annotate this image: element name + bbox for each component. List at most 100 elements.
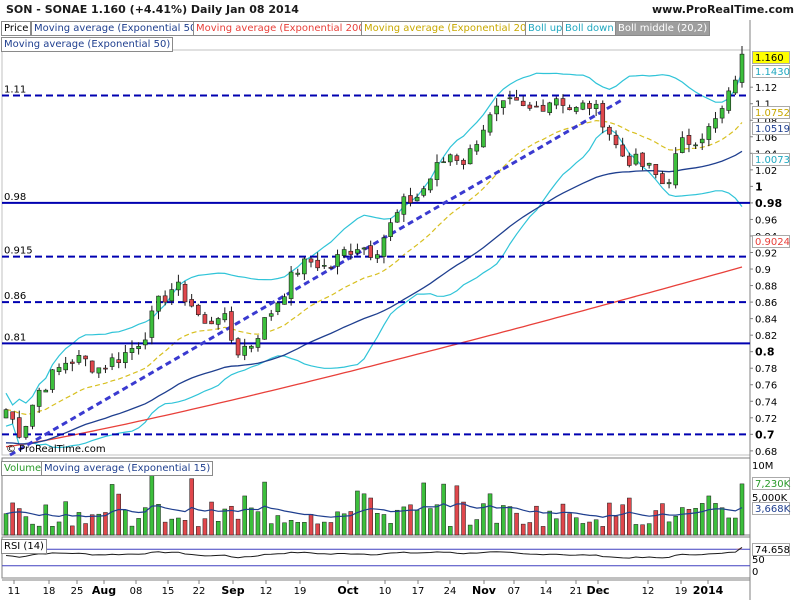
boll-down-label: 1.0073 — [752, 153, 790, 166]
volume-bar — [176, 517, 181, 536]
candle-up — [136, 346, 141, 350]
candle-up — [96, 367, 102, 374]
candle-down — [89, 360, 95, 373]
x-axis-tick-label: 18 — [43, 586, 56, 597]
legend-ema50-second[interactable]: Moving average (Exponential 50) — [1, 37, 174, 52]
candle-up — [302, 258, 307, 275]
candle — [30, 404, 35, 430]
x-axis-tick-label: 21 — [570, 586, 583, 597]
volume-bar — [481, 503, 486, 536]
candle-down — [626, 155, 632, 166]
legend-volume[interactable]: Volume — [1, 461, 45, 476]
volume-bar — [322, 521, 327, 536]
legend-ema50[interactable]: Moving average (Exponential 50) — [31, 21, 204, 36]
volume-bar — [361, 493, 367, 536]
candle-up — [36, 389, 42, 407]
price-axis-tick: 0.92 — [755, 249, 777, 260]
x-axis-tick-label: Dec — [586, 584, 609, 597]
candle-down — [182, 283, 188, 303]
price-axis-tick: 0.68 — [755, 447, 777, 458]
volume-bar — [494, 522, 499, 536]
candle-up — [43, 389, 49, 393]
candle-up — [222, 313, 228, 321]
candle-up — [255, 338, 261, 348]
candle-up — [487, 114, 493, 133]
price-axis-tick: 0.7 — [755, 428, 775, 441]
candle — [3, 408, 9, 419]
candle-up — [633, 153, 639, 165]
candle-down — [534, 105, 539, 108]
legend-ema20[interactable]: Moving average (Exponential 20) — [361, 21, 534, 36]
volume-bar — [726, 517, 731, 536]
candle-down — [162, 295, 168, 303]
candle-up — [593, 103, 599, 109]
candle-up — [50, 369, 55, 390]
candle-up — [401, 196, 407, 215]
volume-bar — [83, 523, 88, 536]
candle-up — [262, 317, 267, 340]
volume-bar — [507, 506, 513, 536]
volume-bar — [739, 483, 745, 536]
legend-price[interactable]: Price — [1, 21, 32, 36]
candle-up — [699, 138, 705, 144]
candle-down — [328, 267, 334, 269]
volume-bar — [136, 518, 141, 536]
volume-bar — [209, 501, 214, 536]
candle-up — [726, 90, 732, 111]
legend-boll-middle[interactable]: Boll middle (20,2) — [615, 21, 711, 36]
volume-bar — [375, 513, 380, 536]
volume-bar — [70, 525, 75, 536]
candle-up — [706, 126, 712, 140]
candle-down — [454, 155, 460, 161]
volume-bar — [560, 503, 566, 536]
x-axis-tick-label: 19 — [675, 586, 688, 597]
candle-up — [680, 137, 685, 153]
volume-bar — [308, 514, 314, 536]
price-axis-tick: 0.88 — [755, 282, 777, 293]
legend-boll-down[interactable]: Boll down — [562, 21, 617, 36]
candle-down — [640, 152, 645, 167]
volume-bar — [202, 518, 208, 536]
price-axis-tick: 0.82 — [755, 331, 777, 342]
candle-up — [719, 108, 725, 119]
candle-up — [733, 79, 738, 94]
candle — [229, 306, 234, 344]
volume-bar — [169, 518, 175, 536]
x-axis-tick-label: 2014 — [693, 584, 724, 597]
watermark: © ProRealTime.com — [6, 444, 106, 455]
volume-bar — [540, 526, 546, 536]
candle-up — [129, 348, 135, 353]
volume-bar — [514, 512, 519, 536]
candle-up — [156, 295, 161, 312]
volume-bar — [123, 509, 128, 536]
legend-volume-ema15[interactable]: Moving average (Exponential 15) — [41, 461, 214, 476]
legend-rsi[interactable]: RSI (14) — [1, 539, 47, 554]
candle-down — [16, 417, 22, 438]
candle-down — [560, 98, 566, 106]
volume-bar — [673, 515, 678, 536]
volume-bar — [454, 485, 460, 536]
price-axis-tick: 0.78 — [755, 364, 777, 375]
candle-up — [713, 118, 718, 129]
site-link[interactable]: www.ProRealTime.com — [652, 3, 794, 16]
candle-up — [421, 188, 427, 196]
candle-up — [288, 271, 294, 299]
ema200-label: 0.9024 — [752, 235, 790, 248]
candle-down — [209, 320, 214, 325]
x-axis-tick-label: 25 — [71, 586, 84, 597]
volume-bar — [713, 503, 718, 536]
candle-down — [686, 134, 692, 145]
volume-bar — [262, 481, 267, 536]
candle — [23, 425, 29, 440]
legend-boll-up[interactable]: Boll up — [525, 21, 566, 36]
x-axis-tick-label: 12 — [260, 586, 273, 597]
price-axis-tick: 1 — [755, 180, 763, 193]
volume-bar — [222, 508, 228, 536]
legend-ema200[interactable]: Moving average (Exponential 200) — [193, 21, 372, 36]
candle-up — [580, 102, 586, 110]
candle-down — [660, 173, 665, 185]
volume-bar — [600, 526, 606, 536]
volume-bar — [288, 520, 294, 536]
candle-down — [527, 104, 533, 109]
candle-up — [554, 98, 559, 106]
